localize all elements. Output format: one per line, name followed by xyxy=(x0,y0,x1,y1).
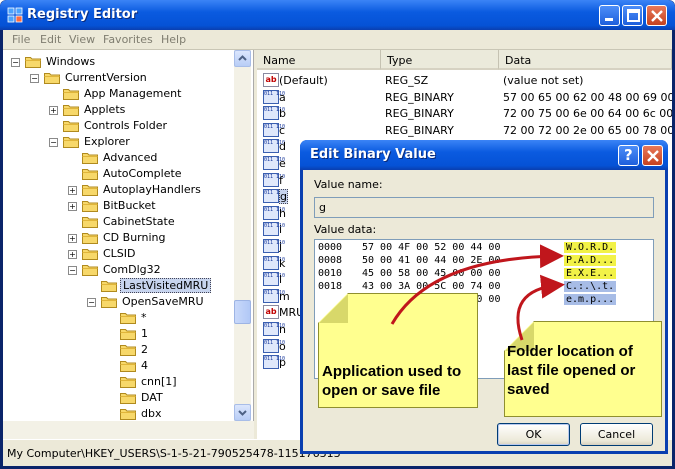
arrow-to-application-name xyxy=(390,244,564,325)
annotation-arrows xyxy=(390,244,565,341)
arrow-to-folder-path xyxy=(516,274,565,341)
